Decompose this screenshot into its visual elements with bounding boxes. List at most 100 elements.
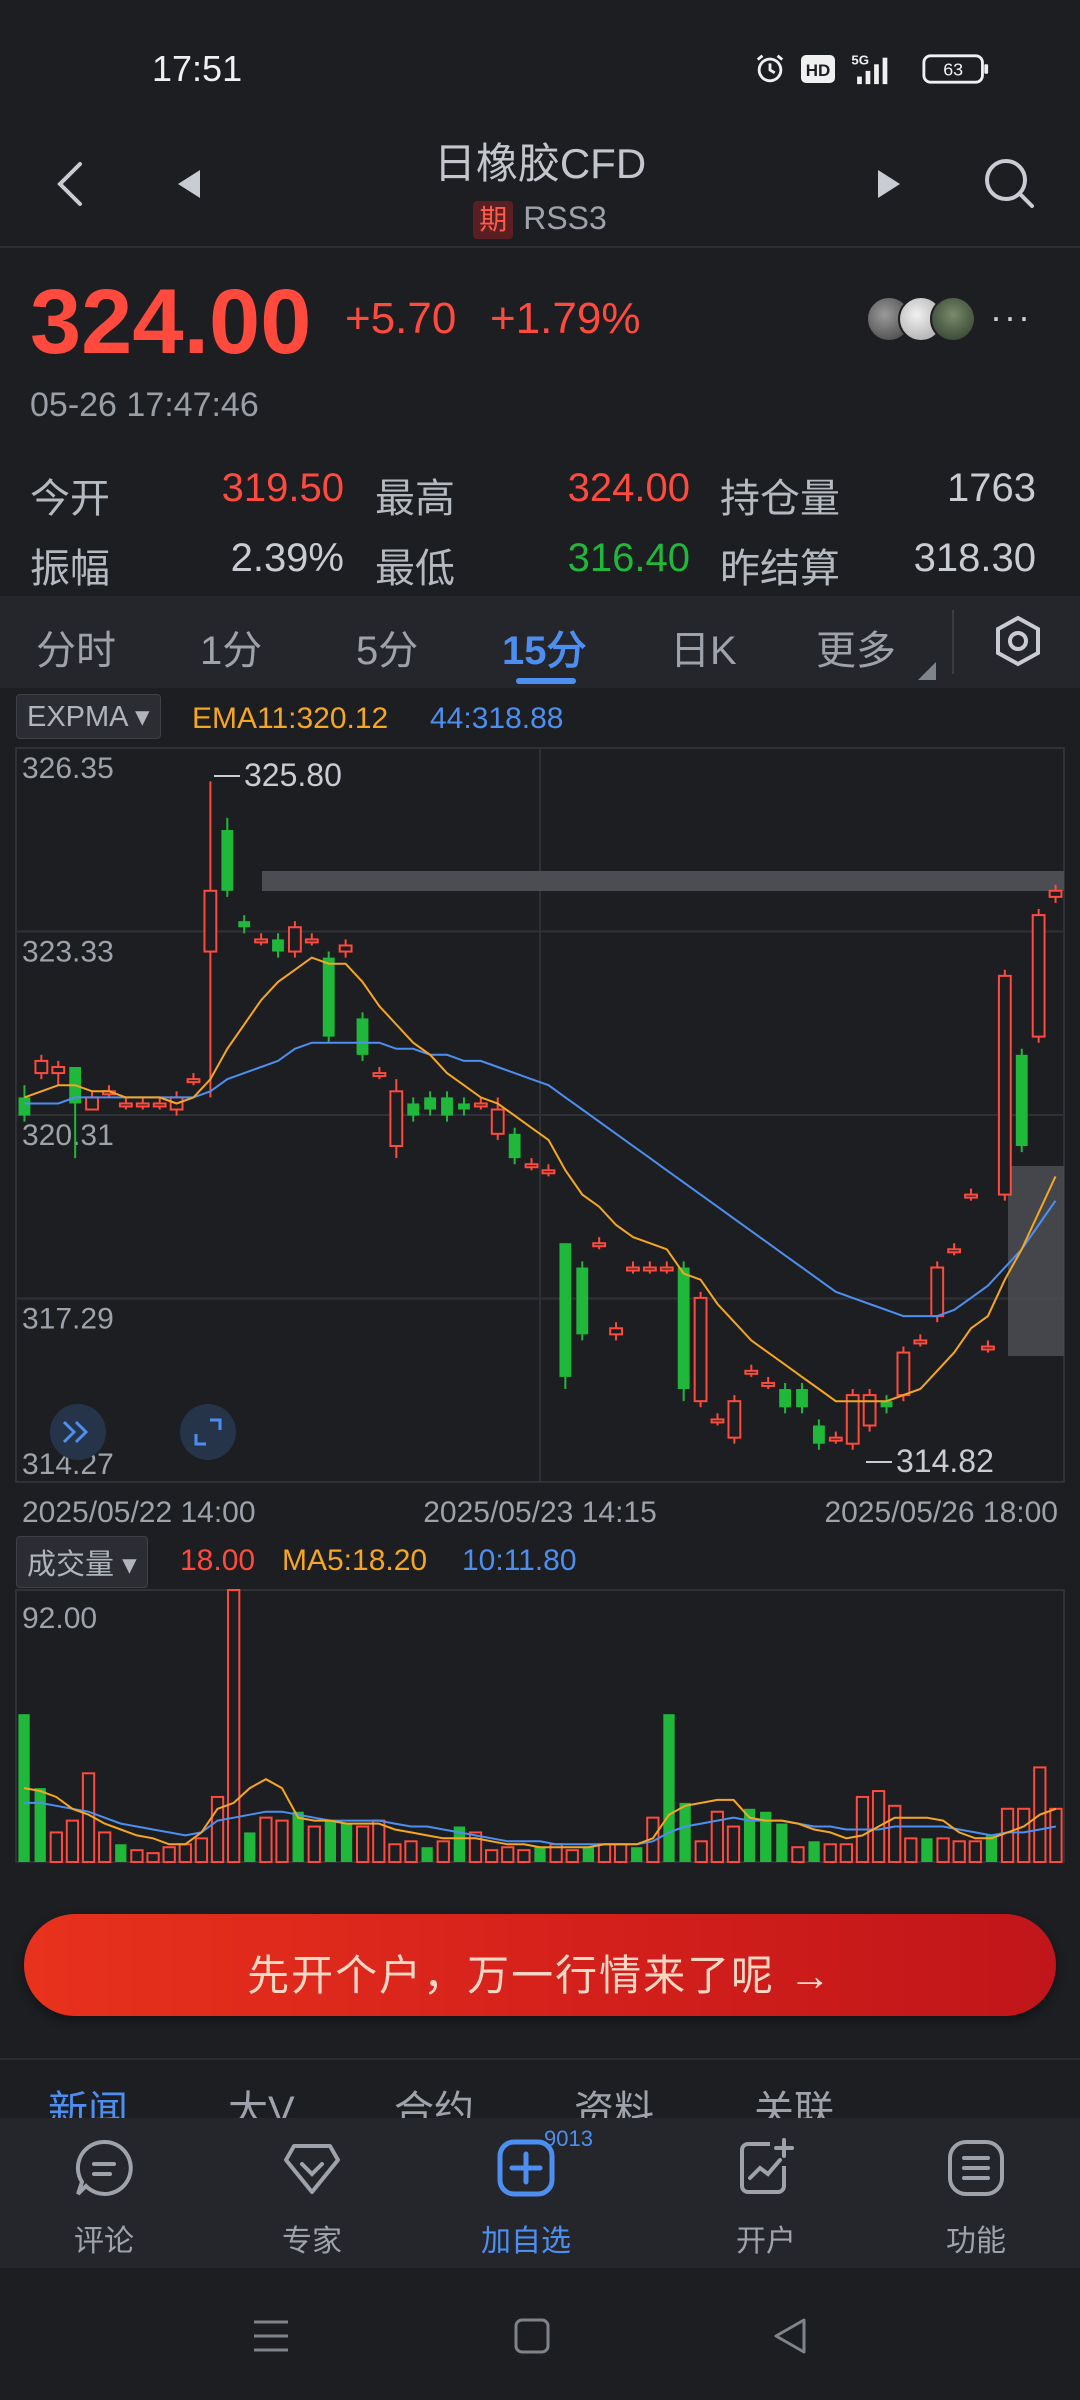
candle-body [1031,914,1046,1038]
tabs-divider [952,610,954,674]
stat-label: 持仓量 [720,477,840,521]
contract-subtitle: 期 RSS3 [0,200,1080,239]
candle-body [693,1296,708,1403]
candle-body [287,926,302,953]
menu-list-icon [948,2140,1004,2196]
open-account-icon [740,2138,794,2194]
add-watchlist-button[interactable]: 9013 加自选 [446,2118,606,2268]
x-tick-label: 2025/05/22 14:00 [22,1496,256,1529]
candle-body [981,1345,995,1351]
volume-bar [244,1832,256,1862]
volume-bar [275,1819,289,1863]
volume-bar [178,1843,192,1863]
change-amount: +5.70 [345,294,457,343]
comment-button[interactable]: 评论 [24,2118,184,2268]
open-account-cta-button[interactable]: 先开个户，万一行情来了呢 → [24,1914,1056,2016]
volume-bar [130,1849,144,1864]
home-icon[interactable] [512,2316,552,2356]
volume-bar [324,1820,337,1862]
comment-icon [75,2139,133,2196]
header: 日橡胶CFD 期 RSS3 [0,130,1080,246]
candle-body [626,1266,640,1272]
search-icon[interactable] [980,154,1038,212]
more-options-icon[interactable]: ··· [990,296,1032,338]
volume-bar [34,1788,46,1862]
volume-bar [582,1847,595,1862]
battery-icon: 63 [922,54,989,84]
candle-body [913,1339,928,1345]
add-watchlist-label: 加自选 [481,2225,571,2258]
low-price-label: 314.82 [896,1443,994,1479]
tab-more[interactable]: 更多 [816,618,896,676]
volume-bar [534,1847,546,1862]
candle-body [186,1078,201,1084]
contract-code: RSS3 [523,200,607,236]
candle-body [221,830,234,891]
volume-indicator-selector[interactable]: 成交量 ▾ [16,1536,148,1588]
candle-body [85,1096,99,1111]
back-nav-icon[interactable] [770,2314,810,2358]
volume-bar [776,1823,788,1862]
volume-bar [115,1844,127,1862]
candle-body [761,1381,776,1387]
candle-body [51,1065,66,1075]
tab-15min[interactable]: 15分 [502,618,587,676]
indicator-selector[interactable]: EXPMA ▾ [16,694,161,739]
diamond-icon [284,2144,340,2194]
candle-body [1015,1054,1028,1146]
volume-chart[interactable]: 92.00 [0,1586,1080,1866]
candle-body [34,1059,49,1075]
functions-button[interactable]: 功能 [896,2118,1056,2268]
candle-body [541,1169,556,1175]
volume-bar [1000,1807,1015,1863]
open-account-button[interactable]: 开户 [686,2118,846,2268]
avatar[interactable] [930,296,976,342]
expand-left-icon[interactable] [50,1404,106,1460]
next-contract-icon[interactable] [874,166,904,202]
volume-bar [421,1847,433,1862]
volume-bar [904,1837,918,1863]
stat-value: 2.39% [230,536,344,580]
kline-chart[interactable]: 326.35323.33320.31317.29314.27325.80314.… [0,744,1080,1544]
candle-body [322,957,335,1037]
volume-ma5-legend: MA5:18.20 [282,1544,428,1577]
volume-bar [484,1849,499,1864]
tab-timeshare[interactable]: 分时 [36,618,116,676]
page-title: 日橡胶CFD [433,140,647,187]
stat-value: 324.00 [567,466,690,510]
tab-5min[interactable]: 5分 [356,618,418,676]
candle-body [677,1267,690,1390]
chart-settings-icon[interactable] [990,612,1046,672]
volume-bar [888,1804,902,1863]
recent-apps-icon[interactable] [250,2316,292,2356]
watchlist-count-badge: 9013 [544,2126,593,2151]
volume-bar [565,1849,579,1864]
candle-body [896,1351,911,1397]
volume-bar [49,1831,63,1864]
hd-icon: HD [801,55,835,83]
volume-y-tick: 92.00 [22,1602,97,1635]
tab-1min[interactable]: 1分 [200,618,262,676]
volume-bar [404,1840,418,1864]
fullscreen-icon[interactable] [180,1404,236,1460]
candle-body [845,1394,860,1445]
status-time: 17:51 [152,48,243,89]
candle-body [642,1266,657,1272]
tab-daily-k[interactable]: 日K [670,618,737,676]
candle-body [659,1266,674,1272]
volume-bar [985,1835,998,1862]
comment-label: 评论 [74,2225,134,2258]
period-tabs: 分时 1分 5分 15分 日K 更多 [0,596,1080,688]
expert-button[interactable]: 专家 [232,2118,392,2268]
candle-body [779,1389,792,1408]
volume-bar [663,1714,675,1862]
volume-bar [307,1825,321,1864]
candle-body [930,1266,945,1318]
volume-bar [823,1843,837,1863]
volume-bar [501,1846,515,1863]
volume-bar [162,1846,176,1863]
candle-body [710,1418,725,1424]
volume-bar [631,1847,643,1862]
y-tick-label: 326.35 [22,752,114,785]
highlight-zone [1008,1166,1064,1356]
